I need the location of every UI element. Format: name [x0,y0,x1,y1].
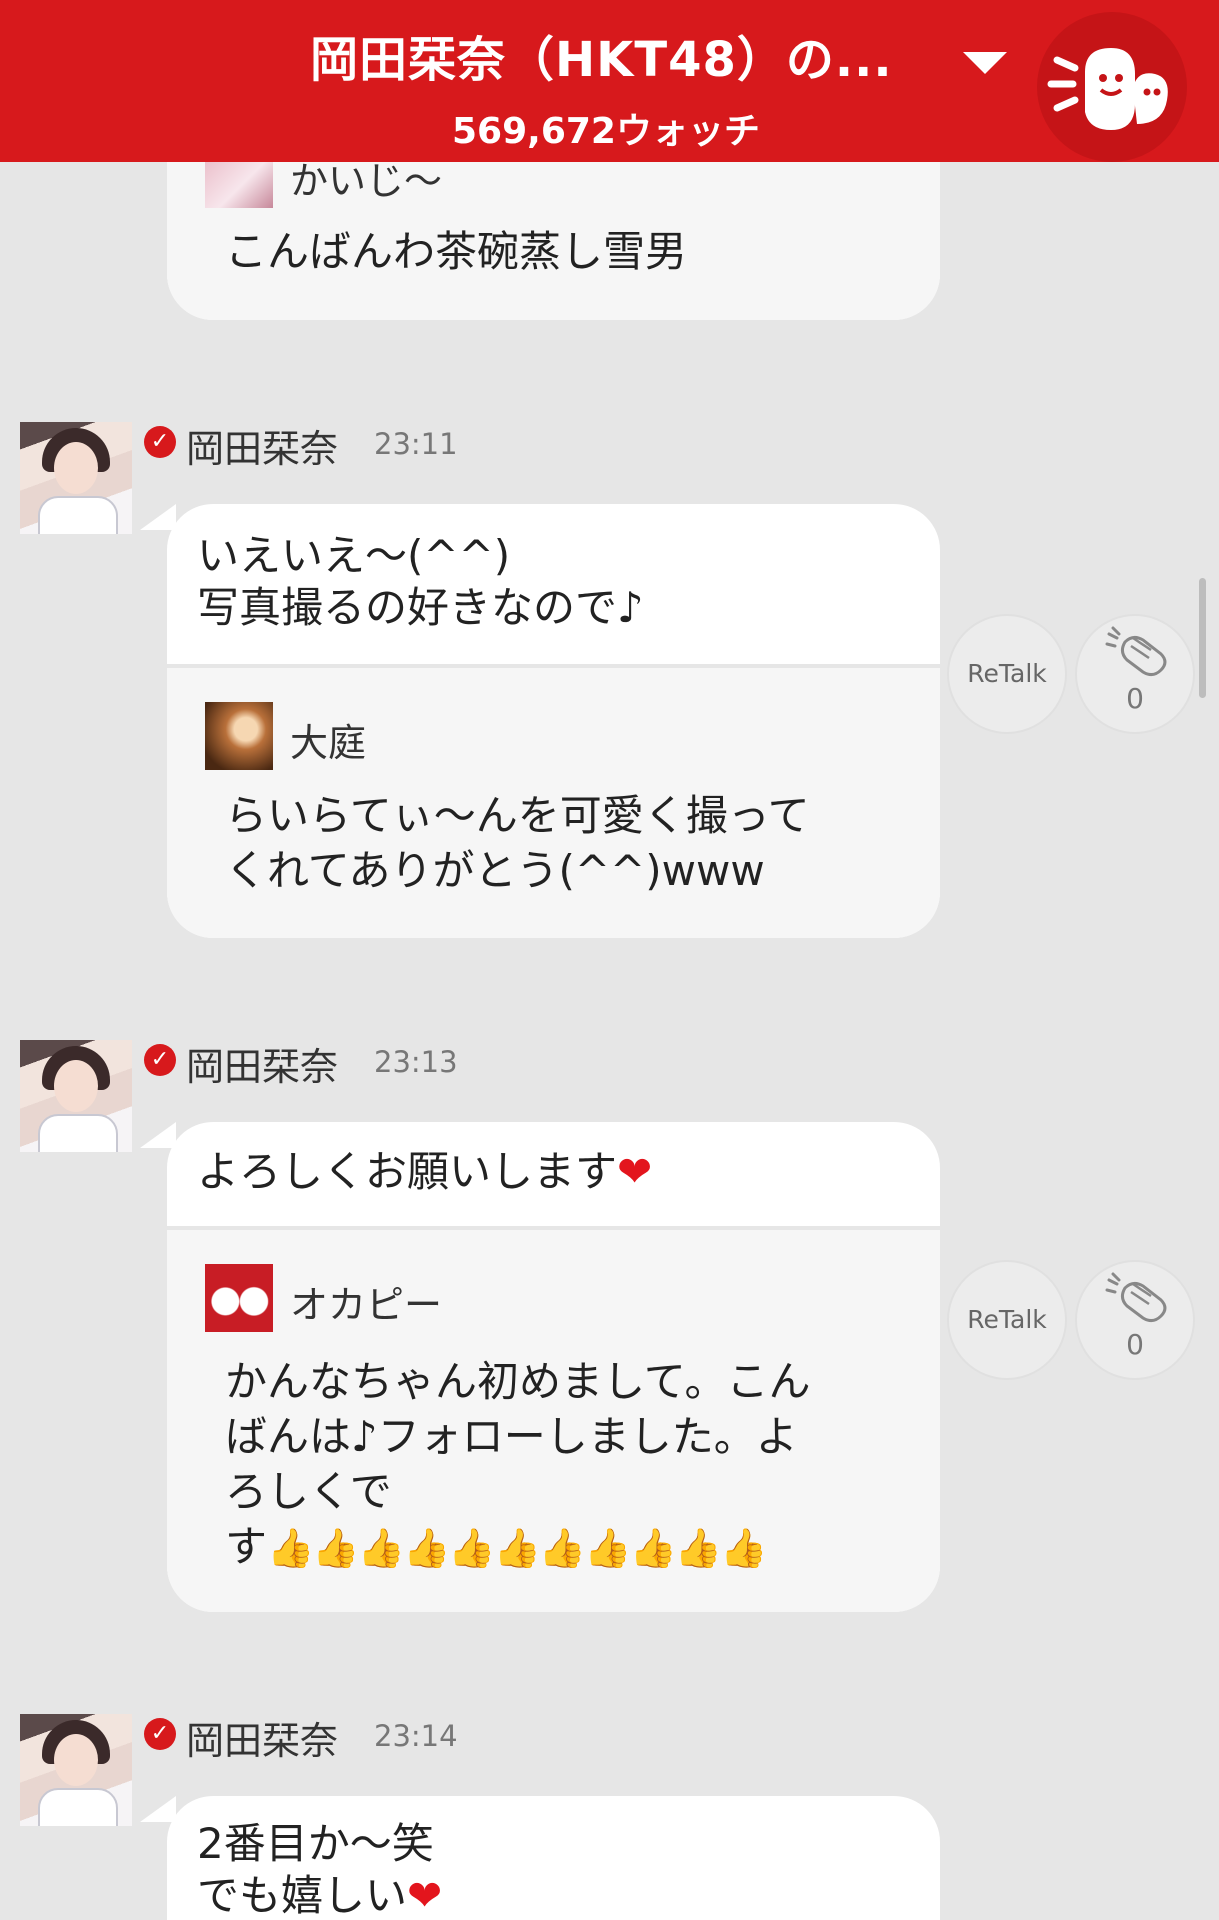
clap-icon [1105,626,1167,677]
heart-icon: ❤ [617,1147,653,1196]
timestamp: 23:13 [374,1045,458,1079]
sender-name[interactable]: 岡田栞奈 [186,1710,338,1765]
timestamp: 23:11 [374,427,458,461]
check-circle-icon: ✓ [144,1044,176,1076]
quoted-text: かんなちゃん初めまして。こん ばんは♪フォローしました。よ ろしくで す👍👍👍👍… [225,1354,915,1576]
quoted-text: こんばんわ茶碗蒸し雪男 [225,227,688,276]
retalk-label: ReTalk [967,1305,1047,1334]
retalk-button[interactable]: ReTalk [947,614,1067,734]
heart-icon: ❤ [407,1871,443,1920]
page-title[interactable]: 岡田栞奈（HKT48）の... [310,20,930,90]
quoted-text: らいらてぃ～んを可愛く撮って くれてありがとう(^^)www [225,791,810,895]
avatar[interactable] [20,1714,132,1826]
message-text: よろしくお願いします❤ [167,1122,940,1198]
watch-count: 569,672ウォッチ [452,111,760,152]
quoted-avatar [205,702,273,770]
avatar[interactable] [20,1040,132,1152]
retalk-button[interactable]: ReTalk [947,1260,1067,1380]
clap-button[interactable]: 0 [1075,1260,1195,1380]
message-text: 2番目か～笑 でも嬉しい❤ [167,1796,940,1920]
quoted-post[interactable]: オカピー かんなちゃん初めまして。こん ばんは♪フォローしました。よ ろしくで … [167,1226,940,1612]
bubble-tail [140,1122,176,1148]
quoted-post[interactable]: 大庭 らいらてぃ～んを可愛く撮って くれてありがとう(^^)www [167,664,940,938]
message-text: いえいえ～(^^) 写真撮るの好きなので♪ [197,531,644,632]
thumbs-up-icons: 👍👍👍👍👍👍👍👍👍👍👍 [267,1526,767,1570]
check-circle-icon: ✓ [144,1718,176,1750]
message-bubble: 2番目か～笑 でも嬉しい❤ [167,1796,940,1920]
avatar[interactable] [20,422,132,534]
clap-button[interactable]: 0 [1075,614,1195,734]
clap-count: 0 [1126,682,1144,715]
message-text-body: 2番目か～笑 でも嬉しい [197,1819,434,1920]
sender-name[interactable]: 岡田栞奈 [186,1036,338,1091]
triangle-down-icon[interactable] [963,52,1007,74]
bubble-tail [140,1796,176,1822]
retalk-label: ReTalk [967,659,1047,688]
bubble-tail [140,504,176,530]
quoted-name: オカピー [290,1283,443,1327]
clap-count: 0 [1126,1328,1144,1361]
quoted-name: 大庭 [290,721,367,765]
timestamp: 23:14 [374,1719,458,1753]
message-bubble: よろしくお願いします❤ オカピー かんなちゃん初めまして。こん ばんは♪フォロー… [167,1122,940,1612]
ghost-logo-icon[interactable] [1037,12,1187,162]
app-header: 岡田栞奈（HKT48）の... 569,672ウォッチ [0,0,1219,162]
quoted-avatar [205,1264,273,1332]
check-circle-icon: ✓ [144,426,176,458]
scrollbar[interactable] [1199,578,1206,698]
message-text-body: よろしくお願いします [197,1147,618,1196]
clap-icon [1105,1272,1167,1323]
message-bubble: いえいえ～(^^) 写真撮るの好きなので♪ 大庭 らいらてぃ～んを可愛く撮って … [167,504,940,938]
sender-name[interactable]: 岡田栞奈 [186,418,338,473]
